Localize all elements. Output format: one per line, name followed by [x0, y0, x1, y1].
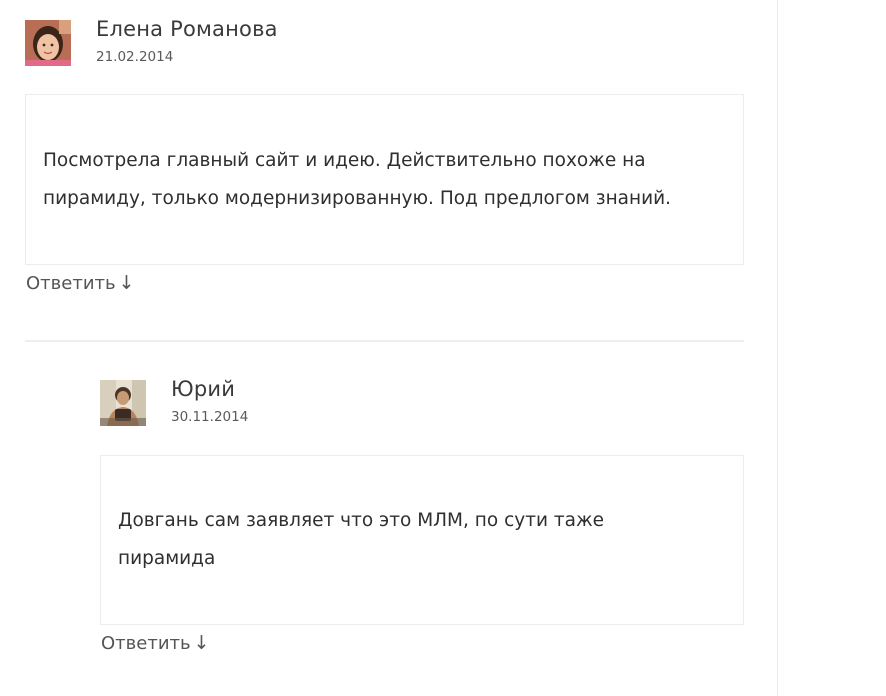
comment-reply: Юрий 30.11.2014 Довгань сам заявляет что… — [0, 360, 760, 690]
reply-label: Ответить — [26, 273, 116, 294]
comment-text: Довгань сам заявляет что это МЛМ, по сут… — [118, 510, 605, 569]
comment-separator — [25, 340, 744, 342]
comment-author: Юрий — [171, 377, 236, 401]
reply-link[interactable]: Ответить ↓ — [101, 632, 210, 654]
avatar[interactable] — [25, 20, 71, 66]
comment-body: Посмотрела главный сайт и идею. Действит… — [25, 94, 744, 265]
comment: Елена Романова 21.02.2014 Посмотрела гла… — [0, 0, 760, 320]
arrow-down-icon: ↓ — [118, 272, 135, 294]
user-photo-icon — [25, 20, 71, 66]
reply-label: Ответить — [101, 633, 191, 654]
avatar[interactable] — [100, 380, 146, 426]
sidebar-divider — [777, 0, 778, 696]
arrow-down-icon: ↓ — [193, 632, 210, 654]
user-photo-icon — [100, 380, 146, 426]
comment-date[interactable]: 21.02.2014 — [96, 49, 173, 65]
comment-date[interactable]: 30.11.2014 — [171, 409, 248, 425]
comment-body: Довгань сам заявляет что это МЛМ, по сут… — [100, 455, 744, 625]
comment-text: Посмотрела главный сайт и идею. Действит… — [43, 150, 672, 209]
comments-page: Елена Романова 21.02.2014 Посмотрела гла… — [0, 0, 886, 696]
comment-author: Елена Романова — [96, 17, 278, 41]
reply-link[interactable]: Ответить ↓ — [26, 272, 135, 294]
